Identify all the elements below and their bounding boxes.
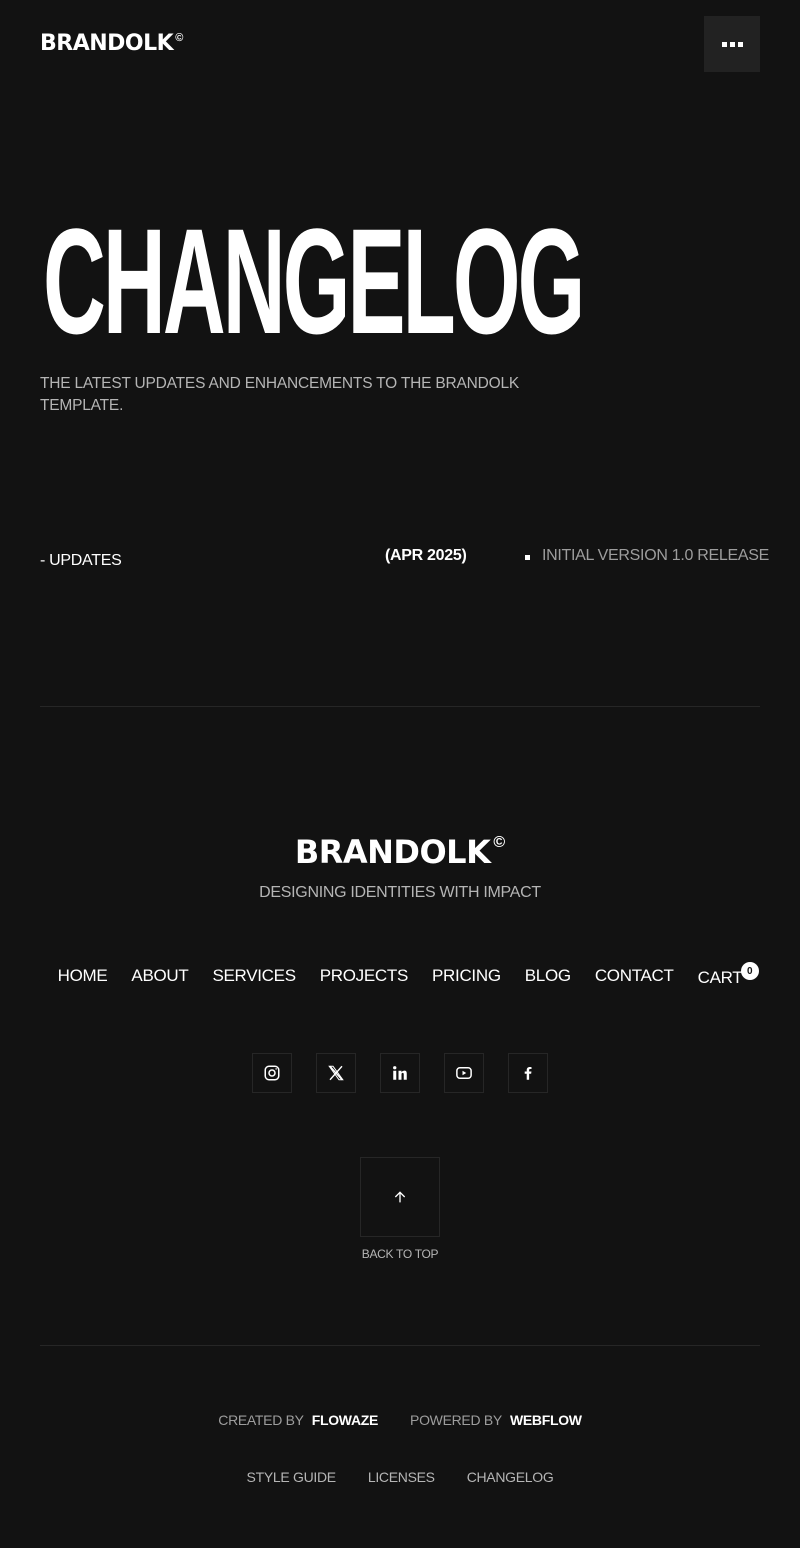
created-by-link[interactable]: FLOWAZE bbox=[312, 1412, 379, 1428]
facebook-link[interactable] bbox=[508, 1053, 548, 1093]
brand-logo[interactable]: BRANDOLK © bbox=[40, 31, 183, 57]
created-by: CREATED BY FLOWAZE bbox=[218, 1412, 378, 1428]
copyright-mark: © bbox=[175, 32, 184, 44]
created-by-label: CREATED BY bbox=[218, 1412, 304, 1428]
page-subtitle: THE LATEST UPDATES AND ENHANCEMENTS TO T… bbox=[40, 375, 520, 414]
cart-label: CART bbox=[697, 968, 743, 987]
menu-button[interactable] bbox=[704, 16, 760, 72]
x-icon bbox=[328, 1065, 344, 1081]
nav-about[interactable]: ABOUT bbox=[131, 966, 188, 988]
more-dots-icon bbox=[721, 41, 743, 47]
footer-logo-text: BRANDOLK bbox=[294, 833, 491, 871]
footer-divider bbox=[40, 1345, 760, 1346]
linkedin-link[interactable] bbox=[380, 1053, 420, 1093]
page-title: CHANGELOG bbox=[43, 197, 585, 365]
facebook-icon bbox=[524, 1067, 532, 1080]
update-date: (APR 2025) bbox=[385, 547, 467, 564]
bullet-icon bbox=[525, 555, 530, 560]
cart-count-badge: 0 bbox=[740, 962, 759, 980]
instagram-icon bbox=[264, 1065, 280, 1081]
footer-credits: CREATED BY FLOWAZE POWERED BY WEBFLOW bbox=[0, 1412, 800, 1428]
youtube-link[interactable] bbox=[444, 1053, 484, 1093]
powered-by: POWERED BY WEBFLOW bbox=[410, 1412, 582, 1428]
nav-blog[interactable]: BLOG bbox=[525, 966, 571, 988]
changelog-link[interactable]: CHANGELOG bbox=[467, 1469, 554, 1485]
linkedin-icon bbox=[393, 1066, 407, 1080]
youtube-icon bbox=[456, 1067, 472, 1079]
nav-contact[interactable]: CONTACT bbox=[595, 966, 674, 988]
instagram-link[interactable] bbox=[252, 1053, 292, 1093]
updates-label: - UPDATES bbox=[40, 552, 122, 569]
footer-copyright-mark: © bbox=[493, 834, 506, 851]
nav-projects[interactable]: PROJECTS bbox=[320, 966, 409, 988]
update-item: INITIAL VERSION 1.0 RELEASE bbox=[542, 547, 769, 564]
section-divider bbox=[40, 706, 760, 707]
nav-cart[interactable]: CART 0 bbox=[697, 962, 759, 988]
arrow-up-icon bbox=[394, 1191, 406, 1203]
powered-by-label: POWERED BY bbox=[410, 1412, 502, 1428]
nav-pricing[interactable]: PRICING bbox=[432, 966, 501, 988]
back-to-top-label[interactable]: BACK TO TOP bbox=[0, 1247, 800, 1261]
footer-tagline: DESIGNING IDENTITIES WITH IMPACT bbox=[259, 884, 541, 901]
nav-home[interactable]: HOME bbox=[58, 966, 108, 988]
x-link[interactable] bbox=[316, 1053, 356, 1093]
back-to-top-button[interactable] bbox=[360, 1157, 440, 1237]
logo-text: BRANDOLK bbox=[40, 31, 174, 56]
powered-by-link[interactable]: WEBFLOW bbox=[510, 1412, 582, 1428]
licenses-link[interactable]: LICENSES bbox=[368, 1469, 435, 1485]
style-guide-link[interactable]: STYLE GUIDE bbox=[247, 1469, 337, 1485]
footer-nav: HOME ABOUT SERVICES PROJECTS PRICING BLO… bbox=[0, 962, 800, 988]
nav-services[interactable]: SERVICES bbox=[212, 966, 296, 988]
social-links bbox=[0, 1053, 800, 1093]
footer-bottom-links: STYLE GUIDE LICENSES CHANGELOG bbox=[0, 1469, 800, 1485]
footer-logo[interactable]: BRANDOLK © bbox=[0, 834, 800, 870]
